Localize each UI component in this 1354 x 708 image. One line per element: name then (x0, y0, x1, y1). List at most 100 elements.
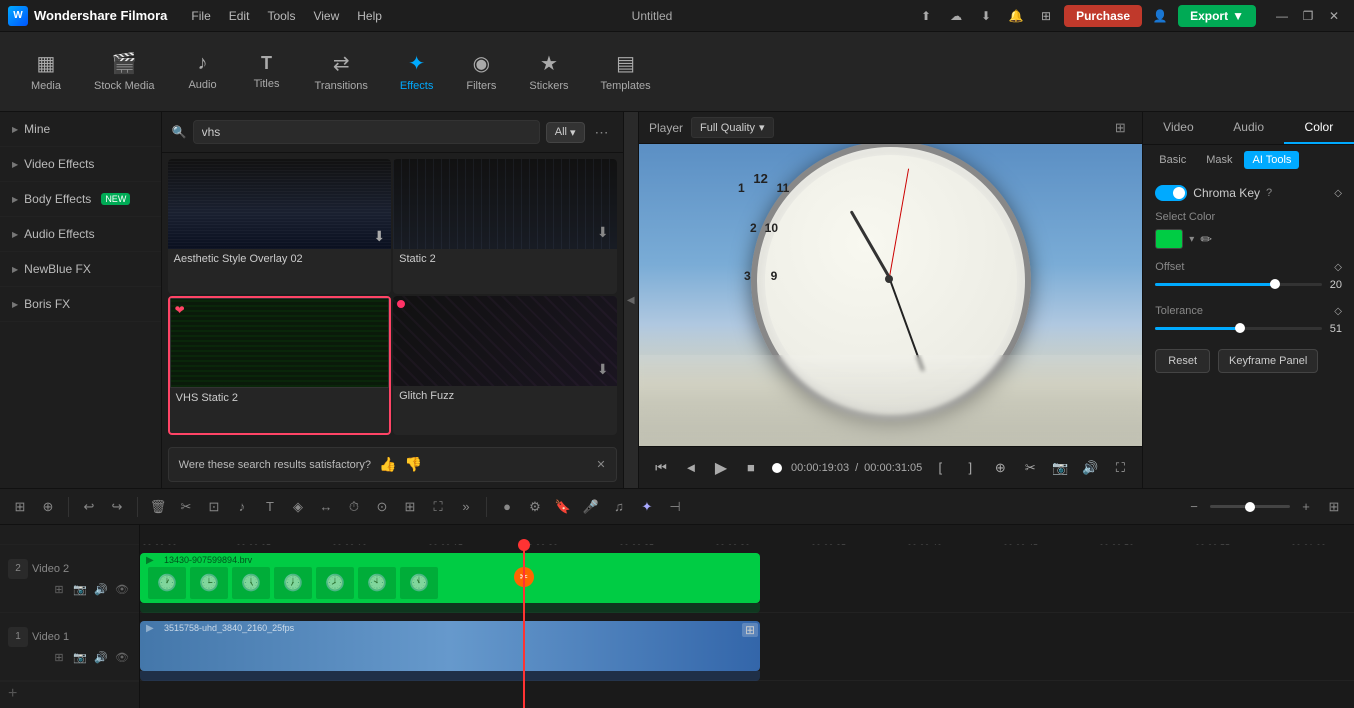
add-track-icon[interactable]: ⊞ (8, 495, 32, 519)
track-volume-icon[interactable]: 🔊 (92, 581, 110, 599)
tool-filters[interactable]: ◉ Filters (451, 45, 511, 98)
export-project-icon[interactable]: ⬆ (914, 4, 938, 28)
subtab-ai-tools[interactable]: AI Tools (1244, 151, 1299, 169)
search-input[interactable] (193, 120, 540, 144)
color-picker-arrow[interactable]: ▾ (1189, 234, 1194, 245)
undo-icon[interactable]: ↩ (77, 495, 101, 519)
menu-edit[interactable]: Edit (221, 6, 258, 26)
text-icon[interactable]: T (258, 495, 282, 519)
tool-effects[interactable]: ✦ Effects (386, 45, 447, 98)
fullscreen-icon[interactable]: ⊞ (1108, 116, 1132, 140)
tab-video[interactable]: Video (1143, 112, 1213, 144)
maximize-button[interactable]: ❐ (1296, 4, 1320, 28)
tool-media[interactable]: ▦ Media (16, 45, 76, 98)
video-clip-green[interactable]: 13430-907599894.brv ▶ 🕐 🕒 🕔 🕖 🕗 🕙 🕚 (140, 553, 760, 603)
tab-audio[interactable]: Audio (1214, 112, 1284, 144)
video-clip-blue[interactable]: 3515758-uhd_3840_2160_25fps ▶ ⊞ (140, 621, 760, 671)
timer-icon[interactable]: ⊙ (370, 495, 394, 519)
effect-item-selected[interactable]: ❤ VHS Static 2 (168, 296, 391, 435)
track-camera-icon[interactable]: 📷 (71, 581, 89, 599)
help-icon[interactable]: ? (1266, 187, 1272, 199)
offset-keyframe-icon[interactable]: ◇ (1334, 262, 1342, 273)
save-icon[interactable]: ⬇ (974, 4, 998, 28)
mark-out-button[interactable]: ] (958, 456, 982, 480)
subtab-basic[interactable]: Basic (1151, 151, 1194, 169)
track-eye-icon[interactable]: 👁 (113, 581, 131, 599)
tool-stickers[interactable]: ★ Stickers (515, 45, 582, 98)
sidebar-item-audio-effects[interactable]: ▶ Audio Effects (0, 217, 161, 252)
reset-button[interactable]: Reset (1155, 349, 1210, 373)
subtab-mask[interactable]: Mask (1198, 151, 1240, 169)
zoom-out-icon[interactable]: − (1182, 495, 1206, 519)
track-camera-icon[interactable]: 📷 (71, 649, 89, 667)
menu-view[interactable]: View (305, 6, 347, 26)
tab-color[interactable]: Color (1284, 112, 1354, 144)
download-icon[interactable]: ⬇ (373, 228, 385, 245)
track-expand-icon[interactable]: ⊞ (50, 649, 68, 667)
more-tools-icon[interactable]: » (454, 495, 478, 519)
bookmark-icon[interactable]: 🔖 (551, 495, 575, 519)
sidebar-item-newblue-fx[interactable]: ▶ NewBlue FX (0, 252, 161, 287)
effect-item[interactable]: ⬇ Glitch Fuzz (393, 296, 616, 435)
minimize-button[interactable]: — (1270, 4, 1294, 28)
panel-collapse-button[interactable]: ◀ (624, 112, 639, 488)
snapshot-button[interactable]: 📷 (1048, 456, 1072, 480)
tool-audio[interactable]: ♪ Audio (173, 46, 233, 97)
settings-icon[interactable]: ⚙ (523, 495, 547, 519)
add-track-button[interactable]: + (0, 681, 139, 705)
close-satisfaction-icon[interactable]: ✕ (596, 458, 605, 471)
add-to-timeline-button[interactable]: ⊕ (988, 456, 1012, 480)
menu-tools[interactable]: Tools (259, 6, 303, 26)
cloud-icon[interactable]: ☁ (944, 4, 968, 28)
more-options-icon[interactable]: ⋯ (591, 122, 613, 143)
volume-button[interactable]: 🔊 (1078, 456, 1102, 480)
skip-back-button[interactable]: ⏮ (649, 456, 673, 480)
split-icon[interactable]: ⊣ (663, 495, 687, 519)
keyframe-panel-button[interactable]: Keyframe Panel (1218, 349, 1318, 373)
crop-icon[interactable]: ⊡ (202, 495, 226, 519)
effect-item[interactable]: ⬇ Static 2 (393, 159, 616, 294)
purchase-button[interactable]: Purchase (1064, 5, 1142, 27)
sidebar-item-mine[interactable]: ▶ Mine (0, 112, 161, 147)
grid-view-icon[interactable]: ⊞ (1322, 495, 1346, 519)
tool-stock-media[interactable]: 🎬 Stock Media (80, 45, 169, 98)
effect-item[interactable]: ⬇ Aesthetic Style Overlay 02 (168, 159, 391, 294)
chroma-key-toggle[interactable] (1155, 185, 1187, 201)
zoom-in-icon[interactable]: + (1294, 495, 1318, 519)
close-button[interactable]: ✕ (1322, 4, 1346, 28)
audio-icon[interactable]: ♪ (230, 495, 254, 519)
expand-icon[interactable]: ⛶ (426, 495, 450, 519)
sidebar-item-boris-fx[interactable]: ▶ Boris FX (0, 287, 161, 322)
magnet-icon[interactable]: ⊕ (36, 495, 60, 519)
apps-icon[interactable]: ⊞ (1034, 4, 1058, 28)
eyedropper-icon[interactable]: ✏ (1200, 231, 1212, 248)
user-icon[interactable]: 👤 (1148, 4, 1172, 28)
menu-file[interactable]: File (183, 6, 218, 26)
speed-icon[interactable]: ⏱ (342, 495, 366, 519)
color-swatch[interactable] (1155, 229, 1183, 249)
thumbs-down-icon[interactable]: 👎 (405, 456, 422, 473)
tolerance-keyframe-icon[interactable]: ◇ (1334, 306, 1342, 317)
mask-icon[interactable]: ◈ (286, 495, 310, 519)
tool-titles[interactable]: T Titles (237, 47, 297, 96)
track-volume-icon[interactable]: 🔊 (92, 649, 110, 667)
export-button[interactable]: Export ▼ (1178, 5, 1256, 27)
audio-track-icon[interactable]: ♫ (607, 495, 631, 519)
sidebar-item-body-effects[interactable]: ▶ Body Effects NEW (0, 182, 161, 217)
play-button[interactable]: ▶ (709, 456, 733, 480)
keyframe-diamond-icon[interactable]: ◇ (1334, 188, 1342, 199)
scale-icon[interactable]: ⊞ (398, 495, 422, 519)
effects-track-icon[interactable]: ✦ (635, 495, 659, 519)
thumbs-up-icon[interactable]: 👍 (379, 456, 396, 473)
wrap-icon[interactable]: ↔ (314, 495, 338, 519)
track-expand-icon[interactable]: ⊞ (50, 581, 68, 599)
delete-icon[interactable]: 🗑 (146, 495, 170, 519)
track-eye-icon[interactable]: 👁 (113, 649, 131, 667)
zoom-slider[interactable] (1210, 505, 1290, 508)
tool-templates[interactable]: ▤ Templates (586, 45, 664, 98)
redo-icon[interactable]: ↪ (105, 495, 129, 519)
tool-transitions[interactable]: ⇄ Transitions (301, 45, 382, 98)
cut-icon[interactable]: ✂ (174, 495, 198, 519)
mic-icon[interactable]: 🎤 (579, 495, 603, 519)
menu-help[interactable]: Help (349, 6, 390, 26)
